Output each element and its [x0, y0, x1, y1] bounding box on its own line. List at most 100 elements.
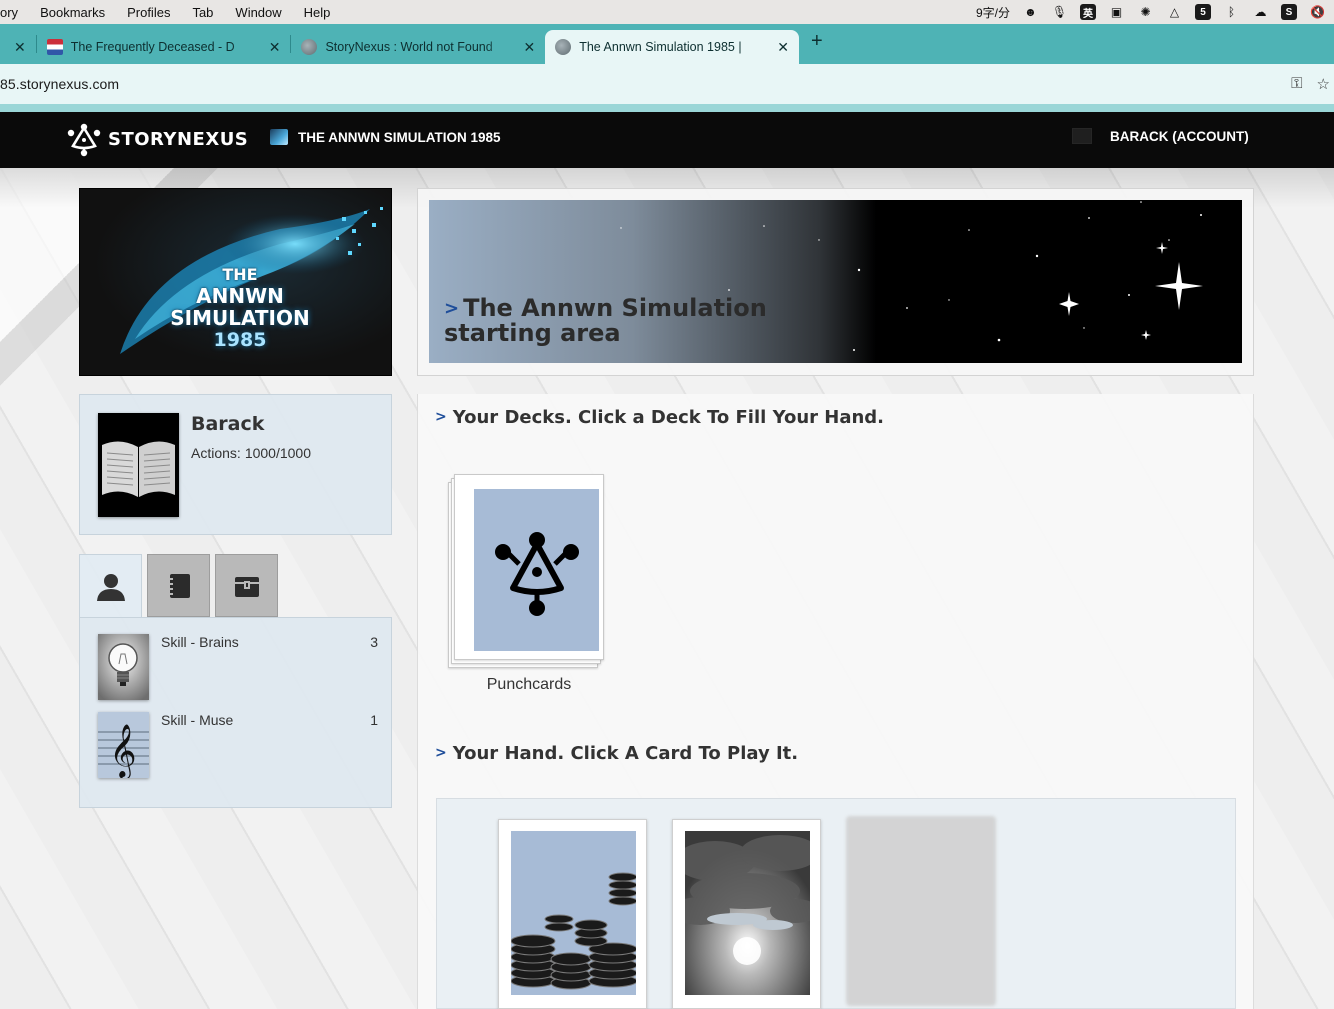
outlook-icon[interactable]: ▣ [1108, 4, 1125, 21]
area-title-text: The Annwn Simulation starting area [444, 294, 767, 347]
lightbulb-icon [98, 634, 149, 700]
coins-icon [511, 831, 636, 995]
hand-card[interactable] [498, 819, 647, 1009]
storynexus-logo[interactable]: STORYNEXUS [66, 121, 248, 157]
hand-heading-text: Your Hand. Click A Card To Play It. [452, 743, 799, 764]
tab-possessions[interactable] [215, 554, 278, 617]
menu-bar: ory Bookmarks Profiles Tab Window Help 9… [0, 0, 1334, 24]
person-icon [96, 573, 125, 601]
menu-profiles[interactable]: Profiles [116, 5, 181, 20]
deck-card-front [454, 474, 604, 660]
globe-icon [555, 39, 572, 55]
sidebar-tabs [79, 554, 283, 618]
tab-title: The Frequently Deceased - D [70, 40, 235, 54]
star-icon[interactable]: ☆ [1317, 75, 1330, 93]
banner-title-line: SIMULATION [170, 306, 310, 330]
quality-name: Skill - Muse [161, 712, 234, 728]
tab-partial[interactable]: ✕ [0, 30, 36, 64]
close-icon[interactable]: ✕ [14, 39, 26, 56]
tab-title: StoryNexus : World not Found [325, 40, 493, 54]
toolbar-divider [0, 104, 1334, 112]
world-link[interactable]: THE ANNWN SIMULATION 1985 [270, 129, 501, 145]
close-icon[interactable]: ✕ [269, 39, 281, 56]
quality-level: 1 [370, 712, 378, 728]
list-item[interactable]: Skill - Brains 3 [98, 634, 378, 700]
mute-icon[interactable]: 🔇 [1309, 4, 1326, 21]
quality-name: Skill - Brains [161, 634, 239, 650]
status-tray: 9字/分 ☻ 🎙 英 ▣ ✺ △ 5 ᛒ ☁ S 🔇 [976, 4, 1334, 21]
tab-world-not-found[interactable]: StoryNexus : World not Found ✕ [291, 30, 545, 64]
logo-text: STORYNEXUS [108, 128, 249, 150]
actions-value: 1000/1000 [244, 445, 311, 461]
world-name: THE ANNWN SIMULATION 1985 [298, 129, 501, 145]
quality-level: 3 [370, 634, 378, 650]
account-menu[interactable]: BARACK (ACCOUNT) [1072, 128, 1249, 144]
address-bar-actions: ⚿ ☆ [1291, 75, 1334, 93]
chevron-right-icon: > [435, 409, 447, 425]
list-item[interactable]: 𝄞 Skill - Muse 1 [98, 712, 378, 778]
chest-icon [234, 576, 259, 597]
empty-hand-slot [846, 816, 996, 1006]
clouds-icon [685, 831, 810, 995]
key-icon[interactable]: ⚿ [1291, 75, 1302, 93]
svg-text:𝄞: 𝄞 [109, 723, 136, 778]
avatar[interactable] [98, 413, 179, 517]
world-thumbnail-icon [270, 129, 288, 145]
actions-label: Actions: [191, 445, 241, 461]
notebook-icon [167, 573, 190, 598]
menu-help[interactable]: Help [293, 5, 342, 20]
face-icon[interactable]: ☻ [1022, 4, 1039, 21]
input-method-icon[interactable]: 英 [1080, 4, 1096, 20]
drive-icon[interactable]: △ [1166, 4, 1183, 21]
s-app-icon[interactable]: S [1281, 4, 1297, 20]
browser-tab-strip: ✕ The Frequently Deceased - D ✕ StoryNex… [0, 24, 1334, 64]
banner-title-line: THE [222, 265, 258, 284]
world-banner: THE ANNWN SIMULATION 1985 [79, 188, 392, 376]
decks-heading-text: Your Decks. Click a Deck To Fill Your Ha… [452, 407, 885, 428]
banner-title-year: 1985 [213, 329, 267, 351]
menu-history[interactable]: ory [0, 5, 29, 20]
flag-icon [46, 39, 63, 55]
microphone-icon[interactable]: 🎙 [1051, 4, 1068, 21]
character-name: Barack [191, 413, 265, 435]
hand-card[interactable] [672, 819, 821, 1009]
menu-window[interactable]: Window [224, 5, 292, 20]
menu-tab[interactable]: Tab [181, 5, 224, 20]
storynexus-symbol-icon [474, 489, 599, 651]
site-header: STORYNEXUS THE ANNWN SIMULATION 1985 BAR… [0, 112, 1334, 168]
tab-character[interactable] [79, 554, 142, 618]
menu-bookmarks[interactable]: Bookmarks [29, 5, 116, 20]
close-icon[interactable]: ✕ [523, 39, 535, 56]
tab-frequently-deceased[interactable]: The Frequently Deceased - D ✕ [37, 30, 291, 64]
new-tab-button[interactable]: + [799, 30, 835, 59]
tab-journal[interactable] [147, 554, 210, 617]
bluetooth-icon[interactable]: ᛒ [1223, 4, 1240, 21]
globe-icon [301, 39, 318, 55]
area-banner: > The Annwn Simulation starting area [429, 200, 1242, 363]
account-label: BARACK (ACCOUNT) [1110, 128, 1249, 144]
deck-punchcards[interactable] [448, 474, 608, 670]
deck-label[interactable]: Punchcards [448, 676, 610, 694]
storynexus-symbol-icon [67, 123, 101, 157]
banner-title-line: ANNWN [196, 284, 284, 308]
chevron-right-icon: > [444, 298, 460, 319]
typing-speed-indicator[interactable]: 9字/分 [976, 4, 1010, 21]
actions-counter: Actions: 1000/1000 [191, 445, 311, 461]
decks-heading: > Your Decks. Click a Deck To Fill Your H… [435, 407, 884, 428]
treble-clef-icon: 𝄞 [98, 712, 149, 778]
html5-icon[interactable]: 5 [1195, 4, 1211, 20]
tab-title: The Annwn Simulation 1985 | [579, 40, 742, 54]
address-bar: 85.storynexus.com ⚿ ☆ [0, 64, 1334, 104]
openai-icon[interactable]: ✺ [1137, 4, 1154, 21]
chevron-right-icon: > [435, 745, 447, 761]
wechat-icon[interactable]: ☁ [1252, 4, 1269, 21]
page-title: > The Annwn Simulation starting area [444, 296, 864, 346]
qualities-panel: Skill - Brains 3 𝄞 Skill - Muse 1 [79, 617, 392, 808]
url-field[interactable]: 85.storynexus.com [0, 76, 119, 92]
hand-heading: > Your Hand. Click A Card To Play It. [435, 743, 798, 764]
character-panel: Barack Actions: 1000/1000 [79, 394, 392, 535]
account-avatar [1072, 128, 1092, 144]
tab-annwn-simulation[interactable]: The Annwn Simulation 1985 | ✕ [545, 30, 799, 64]
close-icon[interactable]: ✕ [777, 39, 789, 56]
book-icon [98, 413, 179, 517]
